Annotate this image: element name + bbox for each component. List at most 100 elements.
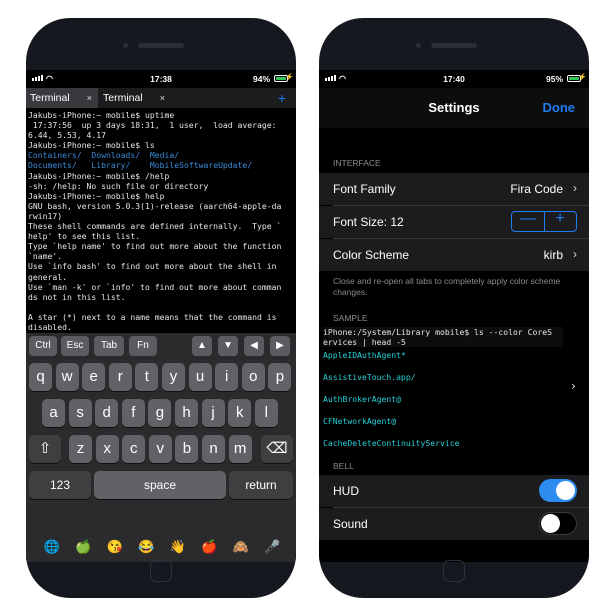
- key-k[interactable]: k: [228, 399, 252, 427]
- green-apple-emoji[interactable]: 🍏: [74, 537, 94, 557]
- key-p[interactable]: p: [268, 363, 292, 391]
- sound-row: Sound: [319, 508, 589, 540]
- sample-entry: CFNetworkAgent@: [323, 416, 397, 426]
- laugh-emoji[interactable]: 😂: [137, 537, 157, 557]
- key-d[interactable]: d: [95, 399, 119, 427]
- key-f[interactable]: f: [121, 399, 145, 427]
- terminal-output[interactable]: Jakubs-iPhone:~ mobile$ uptime 17:37:56 …: [26, 110, 296, 332]
- fn-key[interactable]: Fn: [129, 336, 157, 356]
- directory-name: MobileSoftwareUpdate/: [149, 160, 253, 171]
- decrease-font-button[interactable]: —: [512, 210, 544, 228]
- sound-toggle[interactable]: [539, 512, 577, 535]
- ctrl-key[interactable]: Ctrl: [29, 336, 57, 356]
- terminal-line: These shell commands are defined interna…: [28, 221, 294, 231]
- sample-entry: AssistiveTouch.app/: [323, 372, 416, 382]
- backspace-key[interactable]: ⌫: [261, 435, 293, 463]
- terminal-text: general.: [28, 271, 67, 282]
- key-x[interactable]: x: [95, 435, 119, 463]
- font-family-row[interactable]: Font Family Fira Code ›: [319, 173, 589, 205]
- terminal-text: GNU bash, version 5.0.3(1)-release (aarc…: [28, 200, 282, 211]
- space-key[interactable]: space: [94, 471, 226, 499]
- key-o[interactable]: o: [241, 363, 265, 391]
- arrow-left-key[interactable]: ◀: [244, 336, 264, 356]
- key-u[interactable]: u: [188, 363, 212, 391]
- color-scheme-row[interactable]: Color Scheme kirb ›: [319, 239, 589, 271]
- section-header-bell: BELL: [333, 461, 354, 471]
- key-z[interactable]: z: [69, 435, 92, 463]
- sample-command-line: ervices | head -5: [323, 337, 406, 347]
- tab-bar: Terminal × Terminal × +: [26, 88, 296, 108]
- key-h[interactable]: h: [175, 399, 198, 427]
- close-tab-icon[interactable]: ×: [87, 88, 92, 108]
- globe-icon[interactable]: 🌐: [42, 537, 62, 557]
- hud-toggle[interactable]: [539, 479, 577, 502]
- arrow-right-key[interactable]: ▶: [270, 336, 290, 356]
- key-b[interactable]: b: [175, 435, 199, 463]
- apple-emoji[interactable]: 🍎: [200, 537, 220, 557]
- new-tab-button[interactable]: +: [278, 88, 286, 108]
- sample-entry: AppleIDAuthAgent*: [323, 350, 406, 360]
- sample-entry: CacheDeleteContinuityService: [323, 438, 460, 448]
- key-q[interactable]: q: [29, 363, 52, 391]
- key-e[interactable]: e: [82, 363, 106, 391]
- key-a[interactable]: a: [42, 399, 65, 427]
- arrow-down-key[interactable]: ▼: [218, 336, 238, 356]
- toggle-knob: [556, 481, 575, 500]
- monkey-emoji[interactable]: 🙈: [231, 537, 251, 557]
- terminal-line: Documents/ Library/ MobileSoftwareUpdate…: [28, 160, 294, 170]
- arrow-up-key[interactable]: ▲: [192, 336, 212, 356]
- terminal-line: help' to see this list.: [28, 231, 294, 241]
- home-button[interactable]: [443, 560, 465, 582]
- done-button[interactable]: Done: [543, 100, 576, 115]
- shift-key[interactable]: ⇧: [29, 435, 61, 463]
- key-v[interactable]: v: [148, 435, 172, 463]
- terminal-line: 6.44, 5.53, 4.17: [28, 130, 294, 140]
- row-label: Font Family: [333, 182, 396, 196]
- terminal-text: help' to see this list.: [28, 231, 141, 242]
- key-i[interactable]: i: [215, 363, 239, 391]
- close-tab-icon[interactable]: ×: [160, 88, 165, 108]
- key-c[interactable]: c: [122, 435, 146, 463]
- tab-key[interactable]: Tab: [94, 336, 124, 356]
- home-button[interactable]: [150, 560, 172, 582]
- chevron-right-icon[interactable]: ›: [570, 380, 577, 392]
- terminal-line: A star (*) next to a name means that the…: [28, 312, 294, 322]
- battery-percent: 94%: [252, 74, 270, 84]
- key-r[interactable]: r: [108, 363, 132, 391]
- return-key[interactable]: return: [229, 471, 293, 499]
- key-n[interactable]: n: [202, 435, 225, 463]
- key-j[interactable]: j: [201, 399, 225, 427]
- key-g[interactable]: g: [148, 399, 172, 427]
- esc-key[interactable]: Esc: [61, 336, 89, 356]
- chevron-right-icon: ›: [573, 181, 577, 195]
- key-m[interactable]: m: [228, 435, 252, 463]
- key-l[interactable]: l: [254, 399, 278, 427]
- terminal-line: ds not in this list.: [28, 292, 294, 302]
- key-w[interactable]: w: [55, 363, 79, 391]
- terminal-text: Jakubs-iPhone:~ mobile$ ls: [28, 140, 155, 151]
- numbers-key[interactable]: 123: [29, 471, 91, 499]
- tab-terminal-1[interactable]: Terminal ×: [26, 88, 98, 108]
- earpiece-speaker: [138, 43, 184, 48]
- charging-icon: ⚡: [578, 74, 587, 81]
- increase-font-button[interactable]: +: [544, 210, 576, 228]
- battery-percent: 95%: [545, 74, 563, 84]
- key-t[interactable]: t: [135, 363, 159, 391]
- tab-terminal-2[interactable]: Terminal ×: [99, 88, 171, 108]
- kiss-emoji[interactable]: 😘: [105, 537, 125, 557]
- key-y[interactable]: y: [162, 363, 185, 391]
- terminal-line: GNU bash, version 5.0.3(1)-release (aarc…: [28, 201, 294, 211]
- terminal-text: -sh: /help: No such file or directory: [28, 180, 209, 191]
- front-camera: [416, 43, 421, 48]
- interface-footnote: Close and re-open all tabs to completely…: [333, 276, 561, 297]
- key-s[interactable]: s: [68, 399, 92, 427]
- sample-preview[interactable]: iPhone:/System/Library mobile$ ls --colo…: [319, 327, 589, 455]
- terminal-text: Use `man -k' or `info' to find out more …: [28, 281, 282, 292]
- microphone-icon[interactable]: 🎤: [263, 537, 283, 557]
- terminal-text: 6.44, 5.53, 4.17: [28, 130, 106, 141]
- charging-icon: ⚡: [285, 74, 294, 81]
- wave-emoji[interactable]: 👋: [168, 537, 188, 557]
- nav-bar: Settings Done: [319, 88, 589, 128]
